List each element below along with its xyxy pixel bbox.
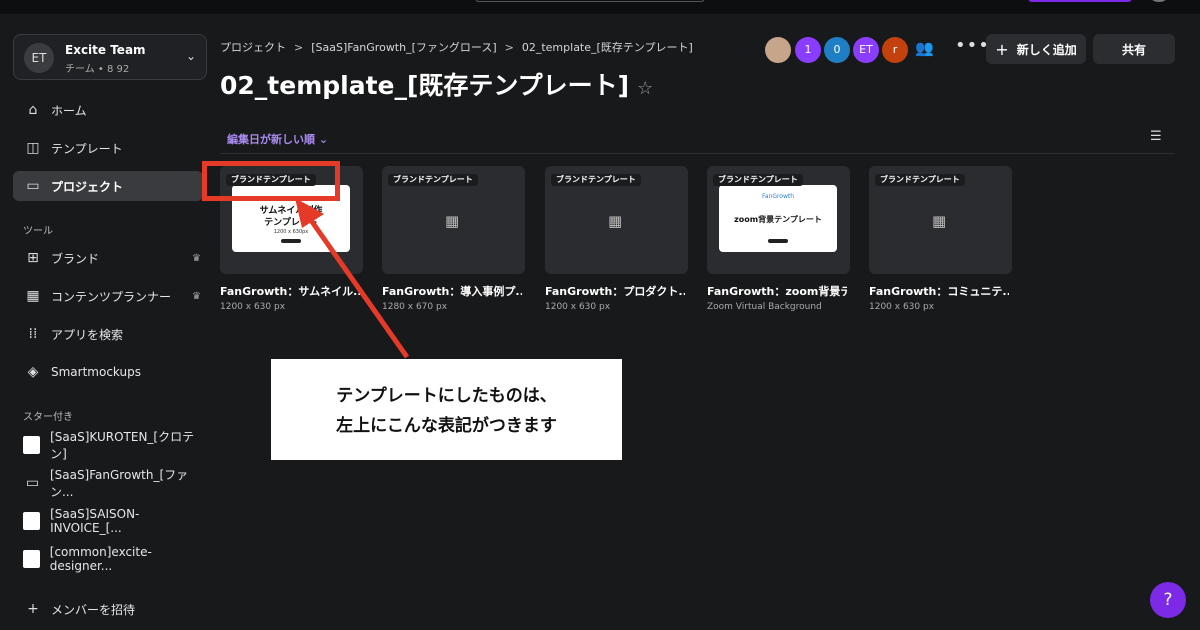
help-button[interactable]: ? (1150, 582, 1186, 618)
annotation-arrow-line (305, 214, 410, 359)
callout-line: テンプレートにしたものは、 (336, 386, 557, 406)
annotation-arrow (295, 198, 410, 359)
annotation-callout: テンプレートにしたものは、 左上にこんな表記がつきます (271, 359, 622, 460)
annotation-arrow-head (295, 198, 324, 228)
callout-line: 左上にこんな表記がつきます (336, 416, 557, 436)
